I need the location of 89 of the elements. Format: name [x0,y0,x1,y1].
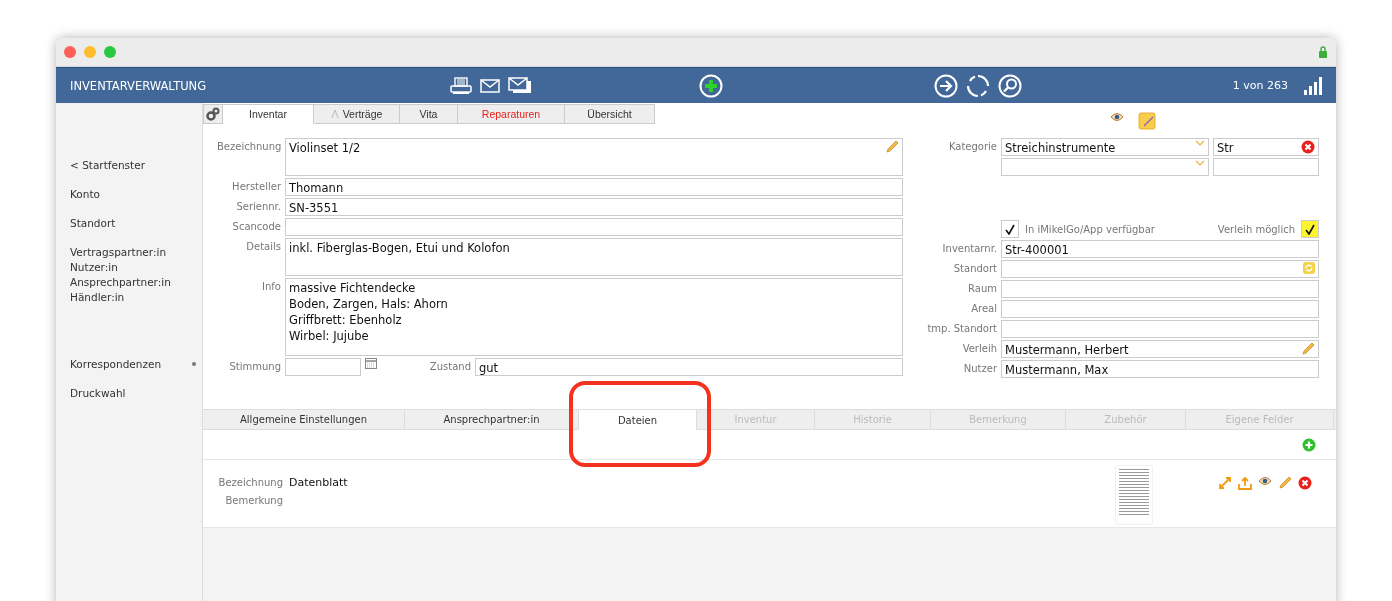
tab[interactable]: Reparaturen [458,104,565,124]
input-field[interactable] [1001,300,1319,318]
field-label: Details [245,240,281,254]
sidebar-item[interactable]: Händler:in [70,291,125,303]
field-label: Standort [952,262,997,276]
field-label: Verleih [961,342,997,356]
note-icon[interactable] [1138,112,1156,130]
dropdown[interactable] [1001,158,1209,176]
sidebar-item[interactable]: Korrespondenzen [70,358,162,370]
printer-icon[interactable] [450,76,472,95]
input-field[interactable] [1001,320,1319,338]
search-icon[interactable] [997,73,1022,98]
tab[interactable]: Verträge [314,104,400,124]
field-label: Kategorie [947,140,997,154]
field-label: Seriennr. [235,200,281,214]
checkbox[interactable] [1301,220,1319,238]
checkmark-icon [1305,223,1315,235]
tab[interactable]: Vita [400,104,458,124]
checkbox-label: In iMikelGo/App verfügbar [1025,223,1155,235]
tab[interactable]: Dateien [579,410,697,430]
input-field[interactable]: Thomann [285,178,903,196]
checkbox-label: Verleih möglich [1217,223,1295,235]
add-icon[interactable] [1302,437,1316,452]
arrow-right-icon[interactable] [933,73,958,98]
sidebar-item[interactable]: Nutzer:in [70,261,118,273]
input-field[interactable] [285,218,903,236]
tab[interactable]: Übersicht [565,104,655,124]
input-field[interactable]: gut [475,358,903,376]
field-label: Areal [970,302,997,316]
document-thumbnail[interactable] [1116,466,1152,524]
field-label: Scancode [231,220,281,234]
field-label: Nutzer [962,362,997,376]
date-field[interactable] [285,358,361,376]
add-icon[interactable] [699,73,723,98]
calendar-icon[interactable] [365,358,377,369]
field-label: Hersteller [231,180,281,194]
field-label: Bemerkung [224,495,283,506]
field-label: Stimmung [228,360,281,374]
input-field[interactable]: Str-400001 [1001,240,1319,258]
sidebar-item[interactable]: Standort [70,217,116,229]
close-button[interactable] [64,46,76,58]
signal-bars-icon [1304,76,1322,95]
pencil-icon[interactable] [1278,476,1292,490]
minimize-button[interactable] [84,46,96,58]
eye-icon[interactable] [1110,112,1124,122]
eye-icon[interactable] [1258,476,1272,486]
field-label: Raum [967,282,997,296]
delete-icon[interactable] [1298,476,1312,490]
sidebar-item[interactable]: < Startfenster [70,159,145,171]
sidebar-item[interactable]: Druckwahl [70,387,126,399]
chevron-down-icon[interactable] [1195,160,1205,166]
upload-icon[interactable] [1238,476,1252,490]
envelopes-icon[interactable] [508,77,532,94]
lock-icon [1318,46,1328,58]
input-field[interactable]: inkl. Fiberglas-Bogen, Etui und Kolofon [285,238,903,276]
checkmark-icon [1005,223,1015,235]
input-field[interactable]: Mustermann, Herbert [1001,340,1319,358]
record-counter: 1 von 263 [1232,79,1288,92]
envelope-icon[interactable] [480,78,500,93]
chevron-down-icon[interactable] [1195,140,1205,146]
tab[interactable]: Inventar [223,104,314,124]
input-field[interactable] [1213,158,1319,176]
pencil-icon[interactable] [1301,342,1315,356]
input-field[interactable]: SN-3551 [285,198,903,216]
field-label: Info [261,280,281,294]
pencil-icon[interactable] [885,140,899,154]
app-title: INVENTARVERWALTUNG [70,78,208,93]
input-field[interactable]: Violinset 1/2 [285,138,903,176]
field-label: Bezeichnung [217,477,283,488]
field-label: Zustand [428,360,471,374]
field-value: Datenblatt [289,476,348,489]
sidebar-item[interactable]: Vertragspartner:in [70,246,167,258]
input-field[interactable]: Str [1213,138,1319,156]
zoom-button[interactable] [104,46,116,58]
checkbox[interactable] [1001,220,1019,238]
input-field[interactable]: Mustermann, Max [1001,360,1319,378]
delete-icon[interactable] [1301,140,1315,154]
refresh-icon[interactable] [965,73,990,98]
input-field[interactable] [1001,280,1319,298]
field-label: Inventarnr. [941,242,997,256]
sidebar-item[interactable]: Ansprechpartner:in [70,276,171,288]
input-field[interactable]: massive Fichtendecke Boden, Zargen, Hals: Ahorn Griffbrett: Ebenholz Wirbel: Jujube [285,278,903,356]
dropdown[interactable]: Streichinstrumente [1001,138,1209,156]
field-label: tmp. Standort [926,322,997,336]
input-field[interactable] [1001,260,1319,278]
expand-icon[interactable] [1218,476,1232,490]
gears-icon[interactable] [206,107,220,121]
sidebar-item[interactable]: Konto [70,188,100,200]
field-label: Bezeichnung [217,140,281,154]
